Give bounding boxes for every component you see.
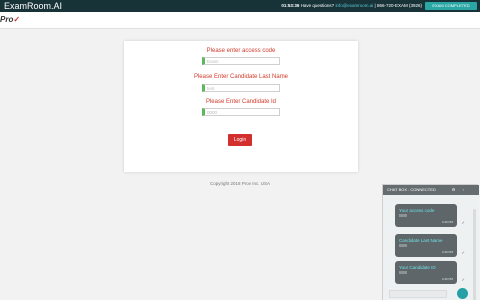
settings-icon[interactable]: ⚙ xyxy=(451,187,456,192)
last-name-label: Please Enter Candidate Last Name xyxy=(193,74,289,80)
sub-header: Pro✓ xyxy=(0,12,480,29)
chat-scrollbar[interactable] xyxy=(473,209,476,300)
support-email-link[interactable]: info@examroom.ai xyxy=(335,3,373,8)
logo-text: Pro xyxy=(0,15,14,24)
message-time: 4:40 PM xyxy=(441,250,453,254)
chat-message: Your access code 4:40 PM ✓ xyxy=(395,204,465,227)
candidate-id-input[interactable] xyxy=(202,108,280,116)
support-phone: | 866-720-EXAM (3926) xyxy=(374,3,422,8)
header-info: 01:53:36 Have questions? info@examroom.a… xyxy=(281,0,422,12)
exam-completed-button[interactable]: EXAM COMPLETED xyxy=(425,2,477,10)
masked-value xyxy=(399,244,407,247)
message-time: 4:40 PM xyxy=(441,277,453,281)
checkmark-icon: ✓ xyxy=(13,15,21,24)
exam-timer: 01:53:36 xyxy=(281,3,300,8)
message-time: 4:40 PM xyxy=(441,220,453,224)
chat-message: Your Candidate ID 4:40 PM ✓ xyxy=(395,261,465,284)
login-card: Please enter access code Please Enter Ca… xyxy=(124,41,358,172)
last-name-input[interactable] xyxy=(202,84,280,92)
read-receipt-icon: ✓ xyxy=(461,277,465,282)
minimize-icon[interactable]: ▫ xyxy=(461,187,466,192)
message-text: Your Candidate ID xyxy=(399,265,436,270)
chat-title: CHAT BOX : CONNECTED xyxy=(387,187,436,192)
chat-box: CHAT BOX : CONNECTED ⚙ ▫ Your access cod… xyxy=(382,184,479,300)
read-receipt-icon: ✓ xyxy=(461,220,465,225)
masked-value xyxy=(399,214,407,217)
chat-message-input[interactable] xyxy=(389,290,447,298)
prov-logo: Pro✓ xyxy=(0,13,20,27)
brand-logo: ExamRoom.AI xyxy=(4,1,63,11)
chat-header: CHAT BOX : CONNECTED ⚙ ▫ xyxy=(383,185,479,195)
chat-message: Candidate Last Name 4:40 PM ✓ xyxy=(395,234,465,257)
read-receipt-icon: ✓ xyxy=(461,250,465,255)
candidate-id-label: Please Enter Candidate Id xyxy=(205,99,277,105)
chat-messages: Your access code 4:40 PM ✓ Candidate Las… xyxy=(383,195,479,300)
top-bar: ExamRoom.AI 01:53:36 Have questions? inf… xyxy=(0,0,480,12)
questions-label: Have questions? xyxy=(300,3,335,8)
login-button[interactable]: Login xyxy=(228,134,252,146)
send-icon[interactable] xyxy=(457,288,468,299)
access-code-label: Please enter access code xyxy=(206,48,276,54)
access-code-input[interactable] xyxy=(202,57,280,65)
message-text: Candidate Last Name xyxy=(399,238,443,243)
message-text: Your access code xyxy=(399,208,435,213)
masked-value xyxy=(399,271,407,274)
